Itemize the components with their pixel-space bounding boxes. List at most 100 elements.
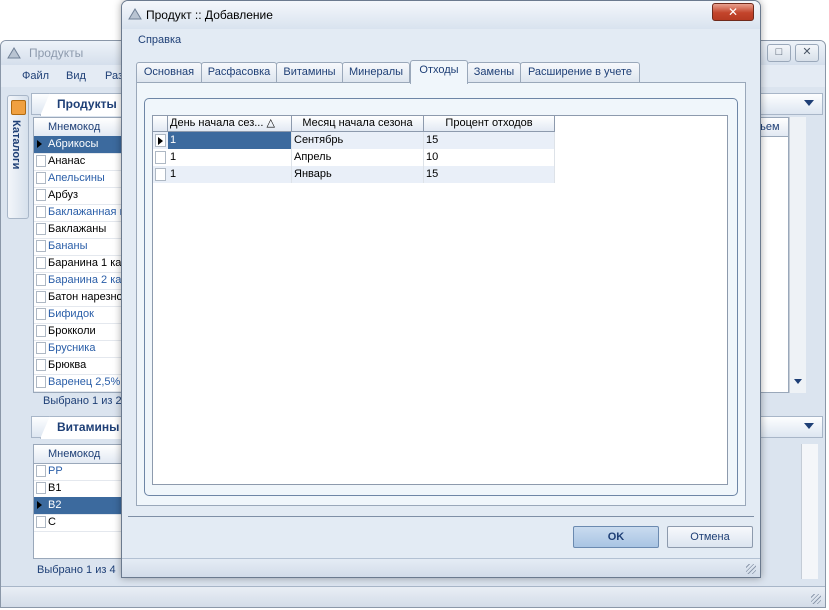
products-list-right: ъем bbox=[757, 117, 789, 393]
list-item-label: Арбуз bbox=[48, 189, 79, 201]
dialog-title-bar[interactable]: Продукт :: Добавление ✕ bbox=[122, 1, 760, 29]
list-item-label: Брокколи bbox=[48, 325, 96, 337]
close-icon: ✕ bbox=[802, 46, 812, 58]
list-item[interactable]: Апельсины bbox=[34, 170, 122, 188]
list-item[interactable]: C bbox=[34, 514, 122, 532]
row-selector bbox=[36, 223, 46, 235]
volume-column: ъем bbox=[759, 121, 780, 133]
dialog-title: Продукт :: Добавление bbox=[146, 8, 273, 22]
table-cell[interactable]: 1 bbox=[168, 132, 292, 149]
list-item-label: Ананас bbox=[48, 155, 86, 167]
list-item[interactable]: Баклажаны bbox=[34, 221, 122, 239]
cancel-button[interactable]: Отмена bbox=[667, 526, 753, 548]
resize-grip[interactable] bbox=[811, 594, 821, 604]
catalogs-side-tab[interactable]: Каталоги bbox=[7, 95, 29, 219]
row-indicator-header bbox=[153, 116, 168, 131]
menu-file[interactable]: Файл bbox=[22, 70, 49, 82]
table-cell[interactable]: 1 bbox=[168, 149, 292, 166]
vitamins-scrollbar[interactable] bbox=[801, 444, 818, 579]
table-row[interactable]: 1 Сентябрь 15 bbox=[153, 132, 555, 149]
season-start-day-column[interactable]: День начала сез... △ bbox=[168, 116, 292, 131]
tab-main[interactable]: Основная bbox=[136, 62, 202, 82]
row-indicator[interactable] bbox=[155, 134, 166, 147]
table-cell[interactable]: 1 bbox=[168, 166, 292, 183]
tab-accounting-extension-label: Расширение в учете bbox=[527, 66, 633, 78]
products-status: Выбрано 1 из 2 bbox=[43, 395, 122, 407]
list-item[interactable]: Брюква bbox=[34, 357, 122, 375]
scroll-down-icon[interactable] bbox=[794, 379, 802, 384]
menu-view[interactable]: Вид bbox=[66, 70, 86, 82]
row-selector bbox=[36, 482, 46, 494]
close-main-button[interactable]: ✕ bbox=[795, 44, 819, 62]
row-selector bbox=[36, 257, 46, 269]
list-item[interactable]: Брусника bbox=[34, 340, 122, 358]
products-scrollbar[interactable] bbox=[789, 117, 806, 393]
list-item[interactable]: B2 bbox=[34, 497, 122, 515]
row-indicator[interactable] bbox=[155, 151, 166, 164]
list-item[interactable]: Баранина 1 кат bbox=[34, 255, 122, 273]
row-selector bbox=[36, 206, 46, 218]
tab-minerals[interactable]: Минералы bbox=[342, 62, 410, 82]
table-row[interactable]: 1 Январь 15 bbox=[153, 166, 555, 183]
table-row[interactable]: 1 Апрель 10 bbox=[153, 149, 555, 166]
row-pointer-icon bbox=[37, 501, 42, 509]
list-item-label: C bbox=[48, 516, 56, 528]
mnemocode-column: Мнемокод bbox=[48, 121, 101, 133]
table-cell[interactable]: Сентябрь bbox=[292, 132, 424, 149]
list-item[interactable]: Батон нарезно bbox=[34, 289, 122, 307]
row-selector bbox=[36, 189, 46, 201]
dialog-status-bar bbox=[122, 558, 760, 577]
vitamins-list-header[interactable]: Мнемокод bbox=[34, 445, 122, 464]
list-item[interactable]: Бифидок bbox=[34, 306, 122, 324]
list-item-label: Варенец 2,5% bbox=[48, 376, 121, 388]
ok-button[interactable]: OK bbox=[573, 526, 659, 548]
table-cell[interactable]: 15 bbox=[424, 132, 555, 149]
dialog-close-button[interactable]: ✕ bbox=[712, 3, 754, 21]
list-item[interactable]: Бананы bbox=[34, 238, 122, 256]
row-selector bbox=[36, 516, 46, 528]
vitamins-dropdown-icon[interactable] bbox=[804, 423, 814, 429]
list-item[interactable]: Баклажанная к bbox=[34, 204, 122, 222]
row-selector bbox=[36, 465, 46, 477]
list-item-label: Апельсины bbox=[48, 172, 105, 184]
list-item[interactable]: Баранина 2 кат bbox=[34, 272, 122, 290]
row-pointer-icon bbox=[37, 140, 42, 148]
row-indicator[interactable] bbox=[155, 168, 166, 181]
products-panel-tab[interactable]: Продукты bbox=[40, 93, 132, 116]
season-start-month-column[interactable]: Месяц начала сезона bbox=[292, 116, 424, 131]
tab-packaging-label: Расфасовка bbox=[207, 66, 271, 78]
list-item[interactable]: Арбуз bbox=[34, 187, 122, 205]
list-item[interactable]: Варенец 2,5% bbox=[34, 374, 122, 392]
list-item[interactable]: Брокколи bbox=[34, 323, 122, 341]
row-selector bbox=[36, 342, 46, 354]
list-item[interactable]: PP bbox=[34, 463, 122, 481]
tab-accounting-extension[interactable]: Расширение в учете bbox=[520, 62, 640, 82]
maximize-button[interactable]: □ bbox=[767, 44, 791, 62]
dialog-resize-grip[interactable] bbox=[746, 564, 756, 574]
table-cell[interactable]: Апрель bbox=[292, 149, 424, 166]
products-list: Мнемокод Абрикосы Ананас Апельсины Арбуз Бак… bbox=[33, 117, 123, 393]
main-status-bar bbox=[1, 586, 825, 607]
dialog-app-icon bbox=[128, 8, 142, 20]
catalog-icon bbox=[11, 100, 26, 115]
table-cell[interactable]: 15 bbox=[424, 166, 555, 183]
list-item[interactable]: B1 bbox=[34, 480, 122, 498]
row-selector bbox=[36, 376, 46, 388]
volume-column-header[interactable]: ъем bbox=[757, 118, 788, 137]
table-cell[interactable]: Январь bbox=[292, 166, 424, 183]
list-item[interactable]: Ананас bbox=[34, 153, 122, 171]
tab-waste[interactable]: Отходы bbox=[410, 60, 468, 84]
tab-vitamins[interactable]: Витамины bbox=[276, 62, 343, 82]
waste-percent-column[interactable]: Процент отходов bbox=[424, 116, 555, 131]
products-list-header[interactable]: Мнемокод bbox=[34, 118, 122, 137]
row-selector bbox=[36, 359, 46, 371]
tab-replacements[interactable]: Замены bbox=[467, 62, 521, 82]
menu-help[interactable]: Справка bbox=[138, 34, 181, 46]
panel-dropdown-icon[interactable] bbox=[804, 100, 814, 106]
table-cell[interactable]: 10 bbox=[424, 149, 555, 166]
row-selector bbox=[36, 274, 46, 286]
list-item[interactable]: Абрикосы bbox=[34, 136, 122, 154]
tab-packaging[interactable]: Расфасовка bbox=[201, 62, 277, 82]
row-selector bbox=[36, 291, 46, 303]
tab-minerals-label: Минералы bbox=[348, 66, 404, 78]
